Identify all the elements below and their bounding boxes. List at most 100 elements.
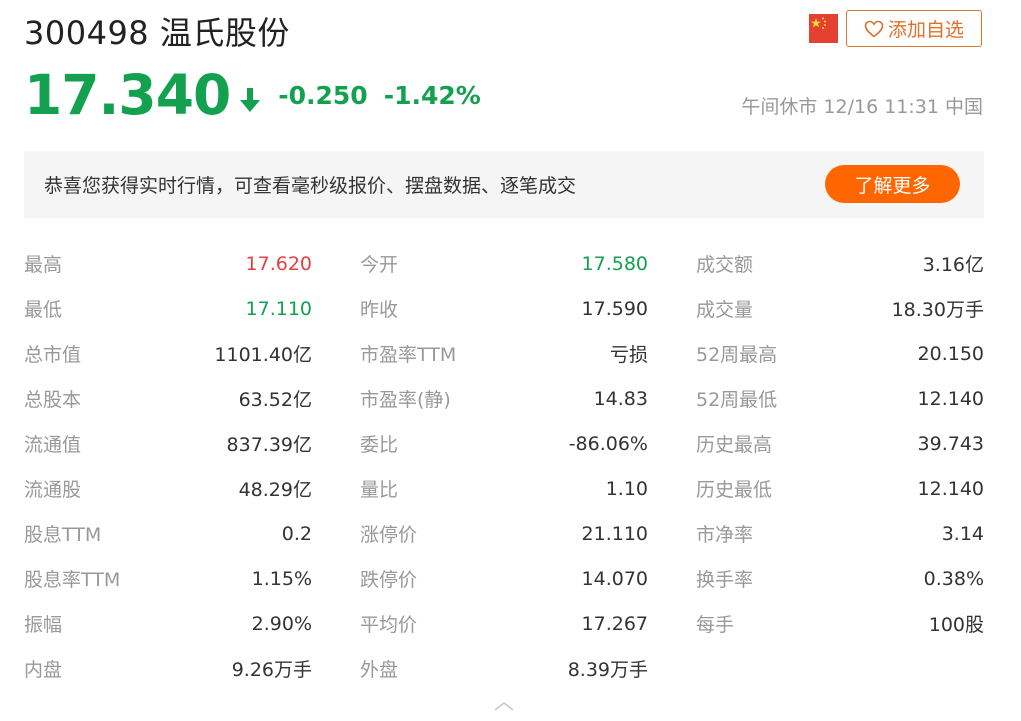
stat-value: 48.29亿 — [238, 479, 312, 501]
stat-value: 1101.40亿 — [214, 344, 312, 366]
stat-value: 1.15% — [251, 567, 312, 590]
stat-value: 12.140 — [917, 477, 984, 500]
stat-value: 9.26万手 — [231, 659, 312, 681]
stats-row: 最高 17.620 今开 17.580 成交额 3.16亿 — [24, 241, 984, 286]
stat-value: 0.38% — [923, 567, 984, 590]
add-watchlist-button[interactable]: 添加自选 — [846, 10, 982, 47]
stat-value: 2.90% — [251, 612, 312, 635]
stat-label: 平均价 — [360, 614, 418, 636]
arrow-down-icon — [238, 86, 262, 118]
stat-item: 最低 17.110 — [24, 286, 312, 331]
stock-title: 300498 温氏股份 — [24, 8, 290, 54]
stock-code: 300498 — [24, 14, 150, 52]
stats-row: 总市值 1101.40亿 市盈率TTM 亏损 52周最高 20.150 — [24, 331, 984, 376]
stat-item: 52周最高 20.150 — [696, 331, 984, 376]
stat-item: 委比 -86.06% — [360, 421, 648, 466]
stats-row: 流通股 48.29亿 量比 1.10 历史最低 12.140 — [24, 466, 984, 511]
stat-item: 换手率 0.38% — [696, 556, 984, 601]
stat-label: 每手 — [696, 614, 735, 636]
stat-label: 历史最高 — [696, 434, 773, 456]
stat-label: 市盈率TTM — [360, 344, 457, 366]
stat-item: 外盘 8.39万手 — [360, 646, 648, 691]
stat-label: 流通值 — [24, 434, 82, 456]
stat-value: 14.83 — [593, 387, 648, 410]
stat-item: 流通值 837.39亿 — [24, 421, 312, 466]
stat-label: 昨收 — [360, 299, 399, 321]
learn-more-button[interactable]: 了解更多 — [825, 165, 960, 203]
stat-label: 振幅 — [24, 614, 63, 636]
stat-item: 成交量 18.30万手 — [696, 286, 984, 331]
banner-text: 恭喜您获得实时行情，可查看毫秒级报价、摆盘数据、逐笔成交 — [44, 175, 577, 197]
stat-value: 20.150 — [917, 342, 984, 365]
stat-label: 量比 — [360, 479, 399, 501]
stat-item: 流通股 48.29亿 — [24, 466, 312, 511]
stat-value: 3.16亿 — [922, 254, 984, 276]
heart-icon — [864, 20, 884, 38]
stat-value: 18.30万手 — [891, 299, 984, 321]
stock-name: 温氏股份 — [159, 14, 290, 52]
add-watchlist-label: 添加自选 — [887, 19, 964, 41]
stat-label: 流通股 — [24, 479, 82, 501]
stat-value: 8.39万手 — [567, 659, 648, 681]
stat-item: 量比 1.10 — [360, 466, 648, 511]
stat-value: 17.590 — [581, 297, 648, 320]
stat-label: 最低 — [24, 299, 63, 321]
stats-row: 总股本 63.52亿 市盈率(静) 14.83 52周最低 12.140 — [24, 376, 984, 421]
stat-item: 市盈率(静) 14.83 — [360, 376, 648, 421]
stat-item: 市净率 3.14 — [696, 511, 984, 556]
stat-item: 内盘 9.26万手 — [24, 646, 312, 691]
stat-label: 市盈率(静) — [360, 389, 451, 411]
stat-value: 12.140 — [917, 387, 984, 410]
stat-item: 平均价 17.267 — [360, 601, 648, 646]
stats-grid: 最高 17.620 今开 17.580 成交额 3.16亿 最低 17.110 昨收 17.590… — [24, 241, 984, 691]
stat-value: 0.2 — [281, 522, 312, 545]
stat-value: -86.06% — [568, 432, 648, 455]
price-change: -0.250 — [278, 80, 368, 110]
stat-value: 100股 — [928, 614, 984, 636]
stat-item: 股息率TTM 1.15% — [24, 556, 312, 601]
stat-label: 52周最低 — [696, 389, 778, 411]
stat-label: 今开 — [360, 254, 399, 276]
stat-value: 63.52亿 — [238, 389, 312, 411]
stat-item: 总股本 63.52亿 — [24, 376, 312, 421]
chevron-up-icon[interactable] — [492, 698, 516, 712]
stat-label: 委比 — [360, 434, 399, 456]
stats-row: 最低 17.110 昨收 17.590 成交量 18.30万手 — [24, 286, 984, 331]
last-price: 17.340 — [24, 63, 231, 127]
stat-item: 市盈率TTM 亏损 — [360, 331, 648, 376]
stat-value: 17.267 — [581, 612, 648, 635]
stat-value: 17.580 — [581, 252, 648, 275]
stat-item: 跌停价 14.070 — [360, 556, 648, 601]
stat-label: 涨停价 — [360, 524, 418, 546]
stat-value: 3.14 — [941, 522, 984, 545]
stats-row: 振幅 2.90% 平均价 17.267 每手 100股 — [24, 601, 984, 646]
stat-value: 17.620 — [245, 252, 312, 275]
stat-item: 昨收 17.590 — [360, 286, 648, 331]
stat-item: 成交额 3.16亿 — [696, 241, 984, 286]
stat-label: 总股本 — [24, 389, 82, 411]
stat-label: 成交额 — [696, 254, 754, 276]
stat-label: 总市值 — [24, 344, 82, 366]
stat-item: 总市值 1101.40亿 — [24, 331, 312, 376]
stat-item: 历史最高 39.743 — [696, 421, 984, 466]
stat-label: 历史最低 — [696, 479, 773, 501]
stat-value: 39.743 — [917, 432, 984, 455]
stat-item: 振幅 2.90% — [24, 601, 312, 646]
stat-item: 52周最低 12.140 — [696, 376, 984, 421]
stat-item: 涨停价 21.110 — [360, 511, 648, 556]
stat-label: 换手率 — [696, 569, 754, 591]
stat-label: 内盘 — [24, 659, 63, 681]
stats-row: 内盘 9.26万手 外盘 8.39万手 — [24, 646, 984, 691]
stats-row: 股息TTM 0.2 涨停价 21.110 市净率 3.14 — [24, 511, 984, 556]
stat-label: 跌停价 — [360, 569, 418, 591]
stats-row: 股息率TTM 1.15% 跌停价 14.070 换手率 0.38% — [24, 556, 984, 601]
stat-item: 股息TTM 0.2 — [24, 511, 312, 556]
stat-label: 外盘 — [360, 659, 399, 681]
china-flag-icon — [809, 14, 838, 43]
price-change-percent: -1.42% — [383, 80, 481, 110]
stat-label: 52周最高 — [696, 344, 778, 366]
market-status: 午间休市 12/16 11:31 中国 — [741, 96, 983, 118]
stat-item: 今开 17.580 — [360, 241, 648, 286]
stat-label: 成交量 — [696, 299, 754, 321]
stat-value: 837.39亿 — [226, 434, 312, 456]
